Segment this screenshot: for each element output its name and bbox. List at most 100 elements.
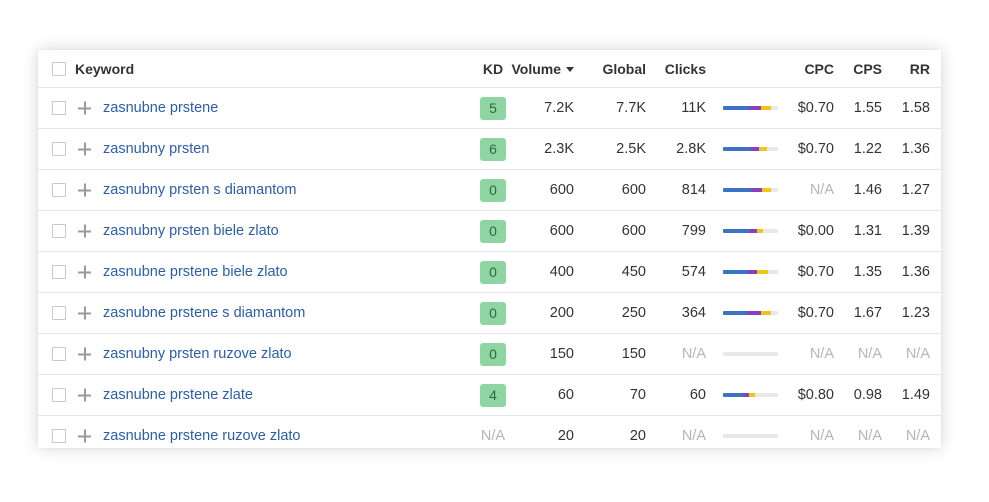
- table-row: zasnubne prstene 5 7.2K 7.7K 11K $0.70 1.55 1.5…: [38, 88, 941, 129]
- global-cell: 250: [621, 305, 646, 321]
- volume-cell: 20: [557, 428, 574, 444]
- keyword-link[interactable]: zasnubny prsten ruzove zlato: [103, 334, 292, 374]
- volume-cell: 60: [557, 387, 574, 403]
- clicks-cell: 574: [681, 264, 706, 280]
- kd-cell: 0: [480, 170, 506, 210]
- cpc-cell: N/A: [809, 428, 834, 444]
- kd-badge: 0: [480, 301, 506, 325]
- clicks-bar-paid: [748, 270, 758, 274]
- row-checkbox[interactable]: [52, 183, 66, 197]
- clicks-bar-other: [749, 393, 755, 397]
- clicks-bar-organic: [723, 311, 748, 315]
- clicks-bar-other: [761, 311, 772, 315]
- volume-cell: 150: [549, 346, 574, 362]
- clicks-cell: 364: [681, 305, 706, 321]
- add-to-list-icon[interactable]: [78, 429, 91, 443]
- kd-badge: 0: [480, 178, 506, 202]
- cps-cell: 1.31: [853, 223, 882, 239]
- cps-cell: 1.35: [853, 264, 882, 280]
- row-checkbox[interactable]: [52, 101, 66, 115]
- clicks-bar-paid: [750, 188, 762, 192]
- column-header-volume[interactable]: Volume: [508, 50, 574, 87]
- clicks-bar-organic: [723, 147, 751, 151]
- add-to-list-icon[interactable]: [78, 306, 91, 320]
- add-to-list-icon[interactable]: [78, 142, 91, 156]
- keyword-link[interactable]: zasnubne prstene ruzove zlato: [103, 416, 301, 448]
- keyword-link[interactable]: zasnubne prstene biele zlato: [103, 252, 288, 292]
- select-all-checkbox[interactable]: [52, 61, 66, 76]
- global-cell: 600: [621, 223, 646, 239]
- clicks-cell: 2.8K: [676, 141, 706, 157]
- kd-badge: 0: [480, 260, 506, 284]
- keyword-link[interactable]: zasnubne prstene: [103, 88, 218, 128]
- global-cell: 2.5K: [616, 141, 646, 157]
- global-cell: 70: [629, 387, 646, 403]
- kd-cell: 0: [480, 334, 506, 374]
- table-row: zasnubny prsten ruzove zlato 0 150 150 N/A N/…: [38, 334, 941, 375]
- row-checkbox[interactable]: [52, 142, 66, 156]
- volume-cell: 600: [549, 182, 574, 198]
- keyword-link[interactable]: zasnubny prsten s diamantom: [103, 170, 296, 210]
- column-header-cps[interactable]: CPS: [836, 50, 882, 87]
- clicks-bar: [723, 393, 778, 397]
- table-row: zasnubne prstene zlate 4 60 70 60 $0.80 0.98 1.…: [38, 375, 941, 416]
- table-row: zasnubne prstene biele zlato 0 400 450 574 $0…: [38, 252, 941, 293]
- keyword-link[interactable]: zasnubne prstene s diamantom: [103, 293, 305, 333]
- row-checkbox[interactable]: [52, 265, 66, 279]
- volume-cell: 2.3K: [544, 141, 574, 157]
- column-header-cpc[interactable]: CPC: [776, 50, 834, 87]
- kd-cell: 5: [480, 88, 506, 128]
- column-header-keyword[interactable]: Keyword: [75, 50, 134, 87]
- table-row: zasnubny prsten biele zlato 0 600 600 799 $0.…: [38, 211, 941, 252]
- rr-cell: 1.36: [901, 141, 930, 157]
- kd-cell: 0: [480, 293, 506, 333]
- volume-cell: 600: [549, 223, 574, 239]
- global-cell: 7.7K: [616, 100, 646, 116]
- clicks-cell: 60: [689, 387, 706, 403]
- row-checkbox[interactable]: [52, 306, 66, 320]
- global-cell: 150: [621, 346, 646, 362]
- global-cell: 450: [621, 264, 646, 280]
- cpc-cell: N/A: [809, 182, 834, 198]
- add-to-list-icon[interactable]: [78, 183, 91, 197]
- clicks-cell: N/A: [681, 346, 706, 362]
- clicks-bar: [723, 147, 778, 151]
- table-row: zasnubne prstene ruzove zlato N/A 20 20 N/A N…: [38, 416, 941, 448]
- row-checkbox[interactable]: [52, 388, 66, 402]
- clicks-bar: [723, 106, 778, 110]
- global-cell: 20: [629, 428, 646, 444]
- clicks-bar: [723, 270, 778, 274]
- keyword-link[interactable]: zasnubne prstene zlate: [103, 375, 253, 415]
- kd-cell: 0: [480, 211, 506, 251]
- row-checkbox[interactable]: [52, 224, 66, 238]
- row-checkbox[interactable]: [52, 429, 66, 443]
- clicks-cell: N/A: [681, 428, 706, 444]
- volume-cell: 400: [549, 264, 574, 280]
- column-header-clicks[interactable]: Clicks: [650, 50, 706, 87]
- clicks-bar-paid: [749, 106, 762, 110]
- add-to-list-icon[interactable]: [78, 388, 91, 402]
- column-header-rr[interactable]: RR: [884, 50, 930, 87]
- kd-badge: 6: [480, 137, 506, 161]
- table-body: zasnubne prstene 5 7.2K 7.7K 11K $0.70 1.55 1.5…: [38, 88, 941, 448]
- row-checkbox[interactable]: [52, 347, 66, 361]
- table-row: zasnubny prsten s diamantom 0 600 600 814 N/A…: [38, 170, 941, 211]
- add-to-list-icon[interactable]: [78, 224, 91, 238]
- rr-cell: N/A: [905, 346, 930, 362]
- column-header-kd[interactable]: KD: [480, 50, 506, 87]
- keyword-link[interactable]: zasnubny prsten: [103, 129, 209, 169]
- add-to-list-icon[interactable]: [78, 347, 91, 361]
- keyword-link[interactable]: zasnubny prsten biele zlato: [103, 211, 279, 251]
- cps-cell: N/A: [857, 346, 882, 362]
- global-cell: 600: [621, 182, 646, 198]
- clicks-bar-other: [757, 229, 763, 233]
- add-to-list-icon[interactable]: [78, 101, 91, 115]
- rr-cell: 1.39: [901, 223, 930, 239]
- kd-cell: 0: [480, 252, 506, 292]
- cps-cell: 0.98: [853, 387, 882, 403]
- sort-desc-icon: [566, 67, 574, 72]
- clicks-bar-other: [761, 188, 772, 192]
- table-header: Keyword KD Volume Global Clicks CPC CPS …: [38, 50, 941, 88]
- column-header-global[interactable]: Global: [586, 50, 646, 87]
- add-to-list-icon[interactable]: [78, 265, 91, 279]
